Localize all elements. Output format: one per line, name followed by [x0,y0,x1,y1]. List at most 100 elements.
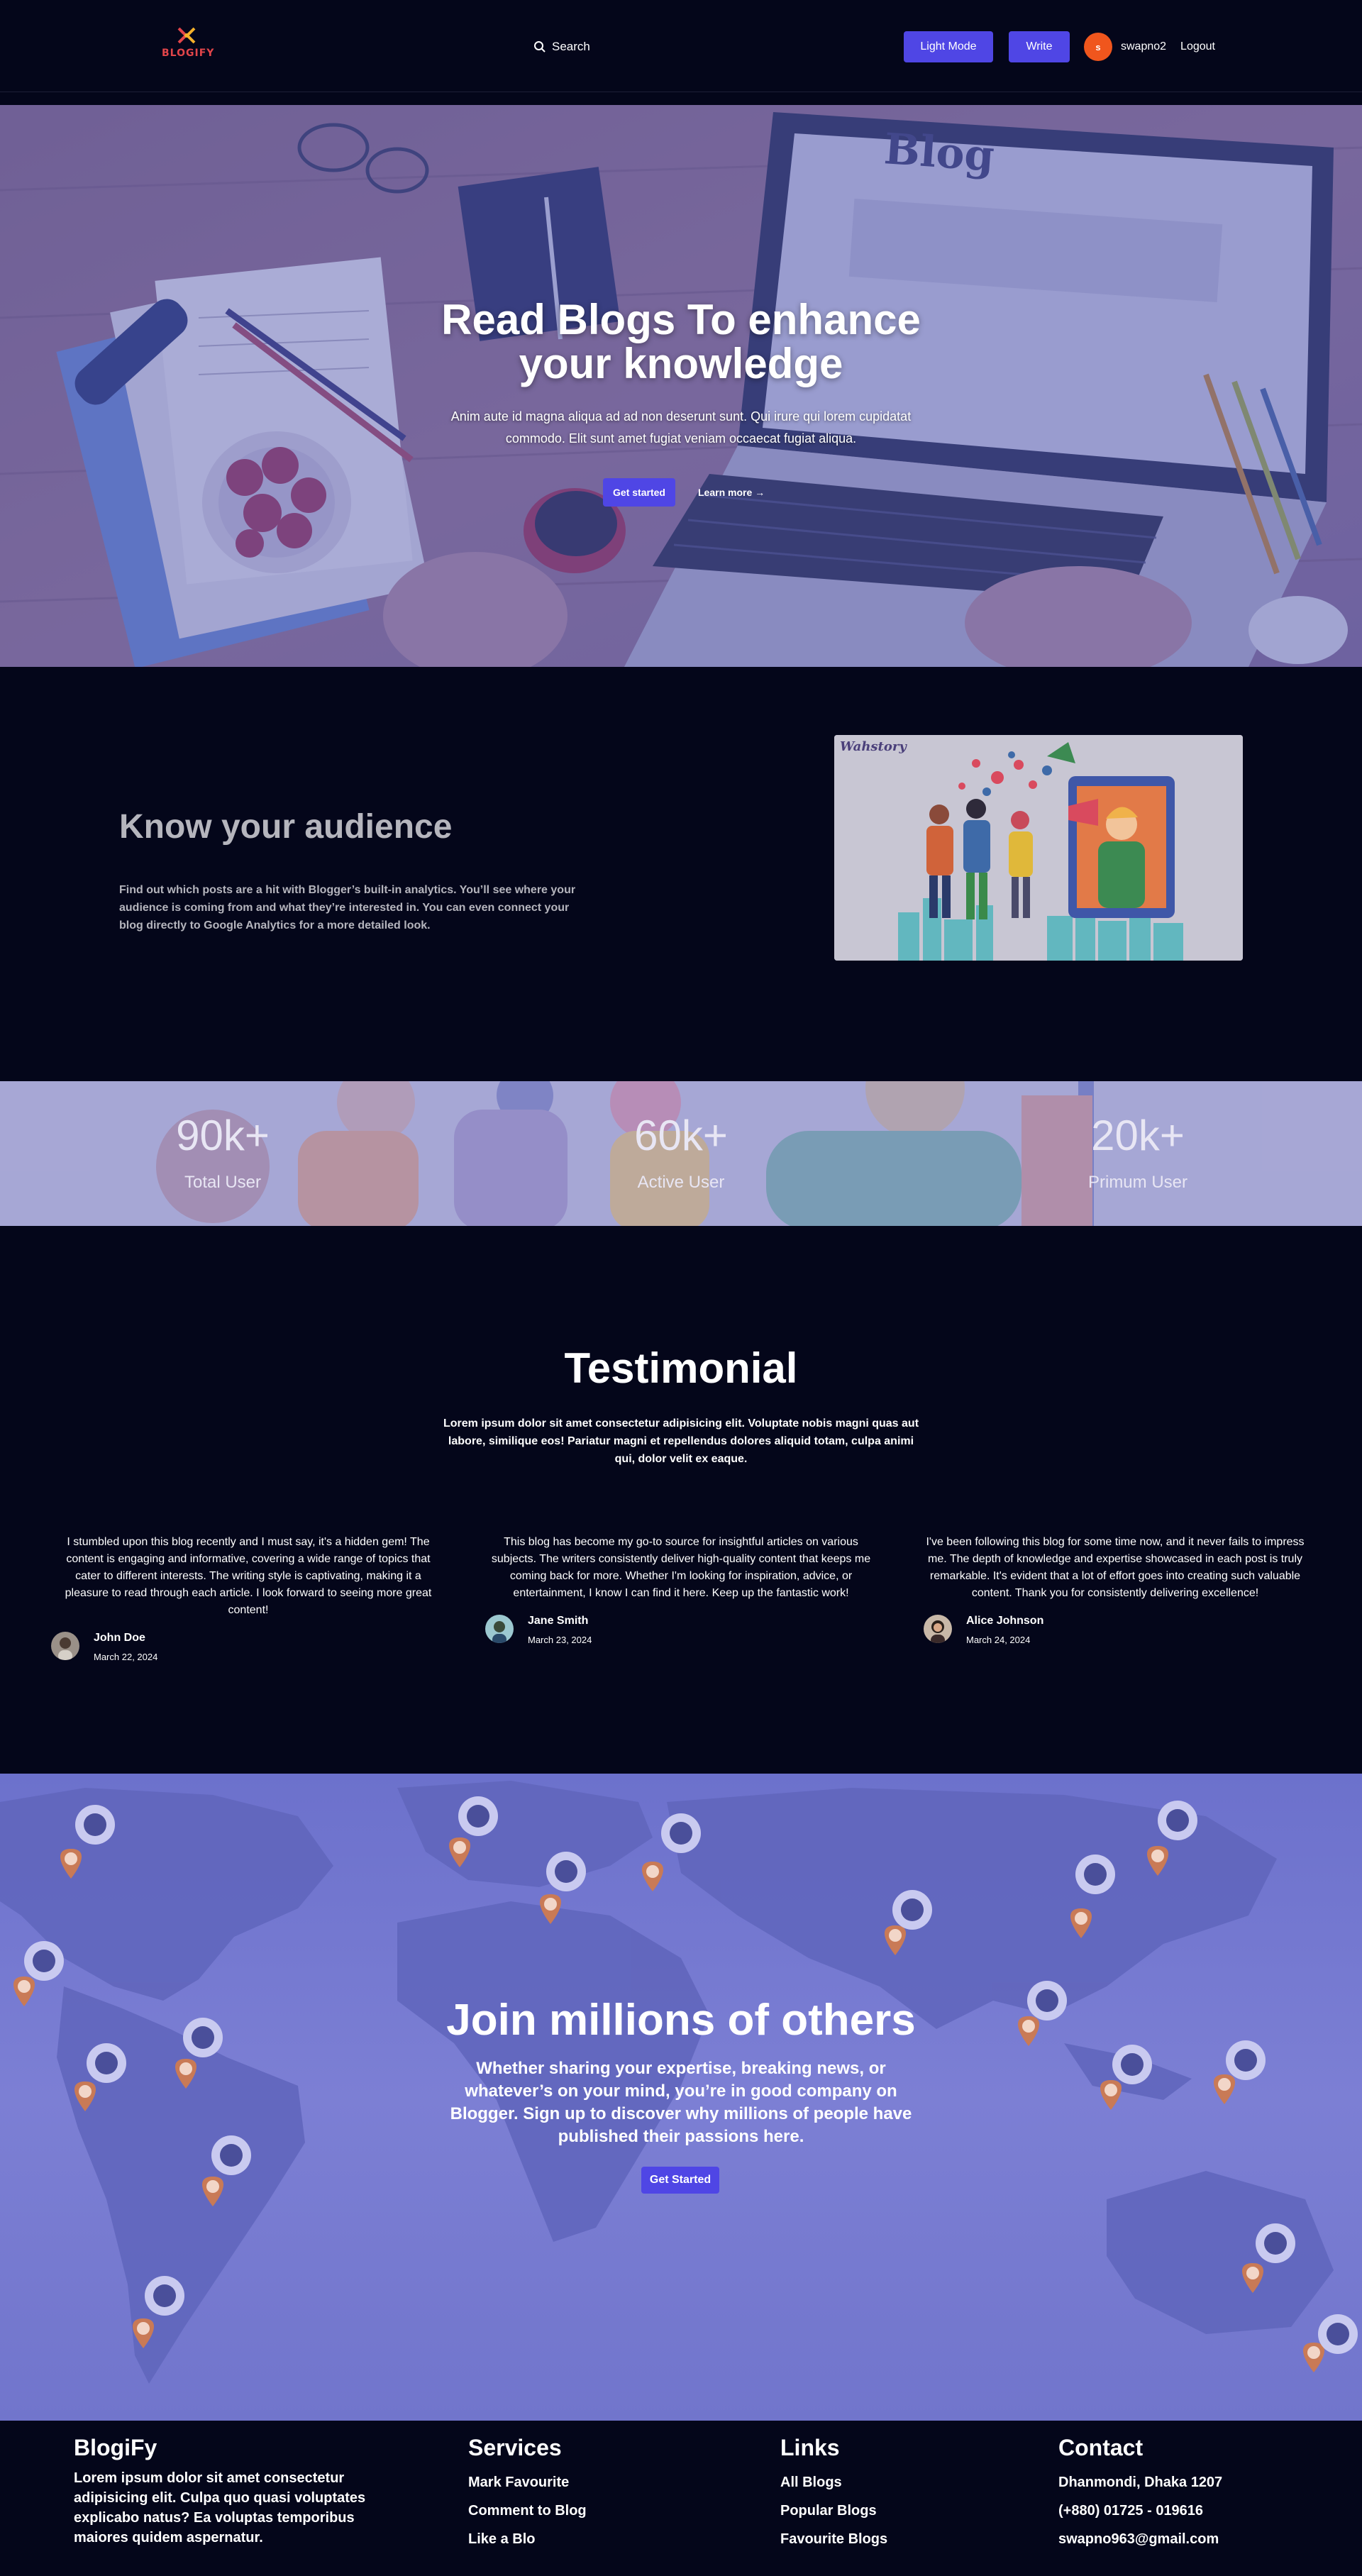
audience-illustration: Wahstory [834,735,1243,961]
avatar-icon [95,2052,118,2074]
footer-services: Services Mark Favourite Comment to Blog … [468,2435,587,2553]
search-button[interactable]: Search [533,37,590,57]
footer-links-title: Links [780,2435,840,2460]
contact-address: Dhanmondi, Dhaka 1207 [1058,2475,1223,2490]
map-pin-dot [179,2062,192,2075]
audience-title: Know your audience [119,808,453,846]
light-mode-button[interactable]: Light Mode [904,31,993,62]
username[interactable]: swapno2 [1121,40,1166,53]
brand-logo[interactable]: BLOGIFY [162,26,215,59]
testimonial-author: Alice Johnson March 24, 2024 [924,1615,1307,1645]
map-pin-dot [544,1898,557,1911]
avatar-icon [1036,1989,1058,2012]
stat-value: 60k+ [634,1112,728,1159]
map-pin-dot [65,1852,77,1865]
footer-brand: BlogiFy Lorem ipsum dolor sit amet conse… [74,2435,400,2548]
image-brand-text: Wahstory [840,739,907,754]
join-section: Join millions of others Whether sharing … [0,1774,1362,2421]
footer-brand-text: Lorem ipsum dolor sit amet consectetur a… [74,2470,366,2545]
avatar-icon [153,2284,176,2307]
avatar-icon [670,1822,692,1845]
footer-link-like[interactable]: Like a Blo [468,2525,587,2553]
join-get-started-button[interactable]: Get Started [641,2167,719,2194]
write-button[interactable]: Write [1009,31,1070,62]
footer-links: Links All Blogs Popular Blogs Favourite … [780,2435,887,2553]
author-date: March 22, 2024 [94,1652,158,1662]
nav-actions: Light Mode Write s swapno2 Logout [904,31,1215,62]
logo-icon [177,27,196,44]
author-name: John Doe [94,1632,145,1644]
avatar-icon [555,1860,577,1883]
stat-premium-users: 20k+ Primum User [1031,1111,1244,1193]
stat-label: Primum User [1087,1173,1187,1192]
testimonial-card: I've been following this blog for some t… [924,1534,1307,1645]
avatar-icon [1084,1863,1107,1886]
footer-contact: Contact Dhanmondi, Dhaka 1207 (+880) 017… [1058,2435,1222,2553]
stat-total-users: 90k+ Total User [116,1111,329,1193]
testimonial-subtitle: Lorem ipsum dolor sit amet consectetur a… [443,1417,919,1465]
footer-link-mark-favourite[interactable]: Mark Favourite [468,2468,587,2497]
testimonial-author: Jane Smith March 23, 2024 [485,1615,873,1645]
testimonial-text: I've been following this blog for some t… [926,1536,1305,1599]
testimonial-text: This blog has become my go-to source for… [491,1536,871,1599]
stats-section: 90k+ Total User 60k+ Active User 20k+ Pr… [0,1081,1362,1226]
testimonial-author: John Doe March 22, 2024 [51,1632,440,1662]
avatar [924,1615,952,1643]
get-started-button[interactable]: Get started [603,478,675,507]
learn-more-link[interactable]: Learn more → [698,487,765,498]
footer-link-favourite-blogs[interactable]: Favourite Blogs [780,2525,887,2553]
hero-section: Blog Read Blogs To enhance your knowledg… [0,105,1362,667]
map-pin-dot [1218,2078,1231,2091]
search-label: Search [552,40,590,53]
footer-link-all-blogs[interactable]: All Blogs [780,2468,887,2497]
avatar [51,1632,79,1660]
logout-link[interactable]: Logout [1180,40,1215,53]
avatar-icon [467,1805,489,1828]
map-pin-dot [18,1980,31,1993]
map-pin-dot [646,1865,659,1878]
user-avatar[interactable]: s [1084,33,1112,61]
contact-email[interactable]: swapno963@gmail.com [1058,2525,1222,2553]
footer-link-popular-blogs[interactable]: Popular Blogs [780,2497,887,2525]
hero-title: Read Blogs To enhance your knowledge [441,296,921,387]
footer: BlogiFy Lorem ipsum dolor sit amet conse… [0,2421,1362,2576]
map-pin-dot [79,2085,92,2098]
hero-actions: Get started Learn more → [603,478,765,507]
footer-brand-title: BlogiFy [74,2435,157,2460]
testimonial-card: This blog has become my go-to source for… [485,1534,873,1645]
stat-label: Active User [637,1173,725,1192]
avatar-icon [84,1813,106,1836]
testimonial-title: Testimonial [564,1344,798,1392]
avatar-icon [1121,2053,1144,2076]
avatar-icon [1166,1809,1189,1832]
stat-active-users: 60k+ Active User [575,1111,787,1193]
footer-link-comment[interactable]: Comment to Blog [468,2497,587,2525]
map-pin-dot [1022,2020,1035,2033]
author-date: March 23, 2024 [528,1635,592,1645]
audience-text: Find out which posts are a hit with Blog… [119,884,576,932]
avatar-icon [220,2144,243,2167]
testimonial-text: I stumbled upon this blog recently and I… [65,1536,432,1616]
map-pin-dot [137,2322,150,2335]
map-pin-dot [1075,1912,1087,1925]
author-date: March 24, 2024 [966,1635,1031,1645]
avatar-icon [901,1898,924,1921]
testimonial-card: I stumbled upon this blog recently and I… [51,1534,440,1662]
join-title: Join millions of others [446,1996,916,2045]
footer-contact-title: Contact [1058,2435,1144,2460]
avatar-icon [1264,2232,1287,2255]
stat-value: 90k+ [176,1112,270,1159]
stat-label: Total User [184,1173,262,1192]
map-pin-dot [1104,2084,1117,2096]
author-name: Jane Smith [528,1615,589,1627]
avatar [485,1615,514,1643]
logo-text: BLOGIFY [162,48,215,59]
author-name: Alice Johnson [966,1615,1044,1627]
search-icon [534,41,546,52]
join-text: Whether sharing your expertise, breaking… [450,2059,912,2146]
map-pin-dot [1246,2267,1259,2279]
map-pin-dot [453,1841,466,1854]
hero-subtitle: Anim aute id magna aliqua ad ad non dese… [450,409,912,446]
avatar-icon [33,1950,55,1972]
avatar-icon [1327,2323,1349,2345]
